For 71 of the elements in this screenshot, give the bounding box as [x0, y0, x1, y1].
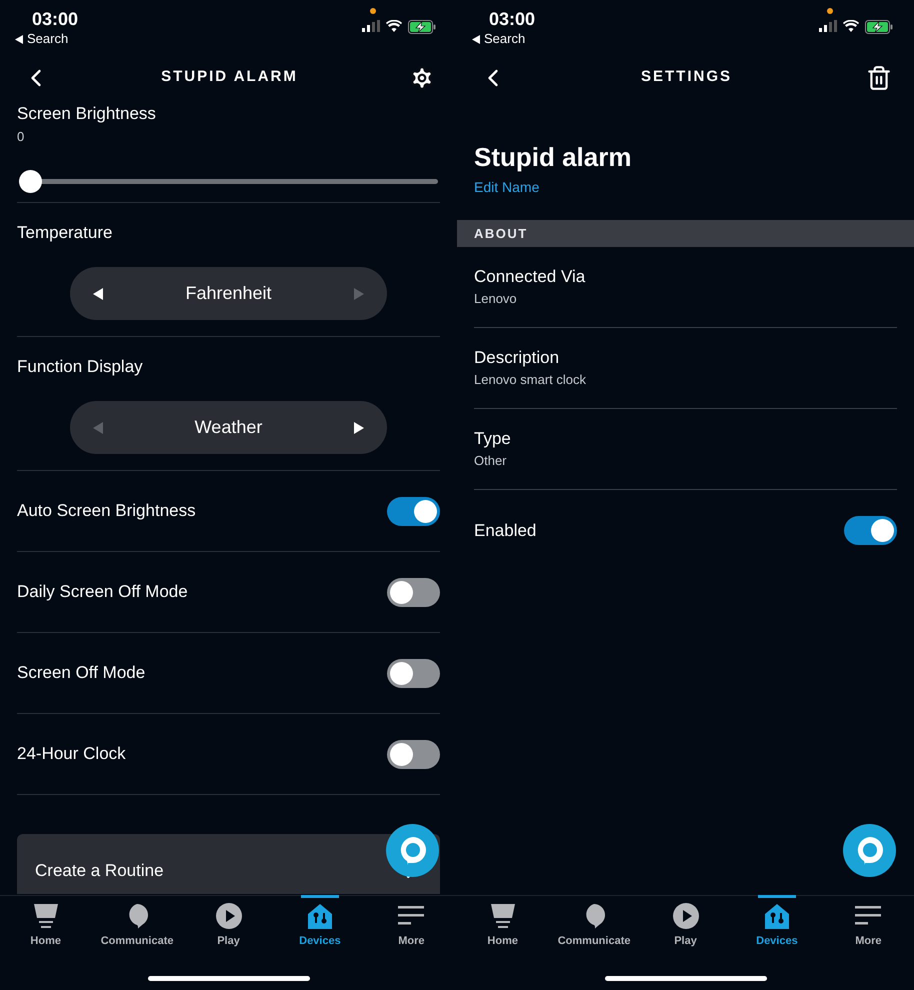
battery-charging-icon — [408, 20, 436, 34]
signal-icon — [362, 20, 380, 32]
setting-reading: 0 — [17, 128, 26, 146]
device-name: Stupid alarm — [474, 141, 632, 173]
setting-label: Screen Brightness — [17, 103, 157, 125]
routine-card[interactable]: Create a Routine — [17, 834, 440, 894]
toggle-switch[interactable] — [844, 516, 897, 545]
card-label: Create a Routine — [35, 860, 164, 882]
setting-label: Screen Off Mode — [17, 662, 146, 684]
left-triangle-icon — [93, 288, 103, 300]
info-value: Other — [474, 452, 508, 470]
toggle-switch[interactable] — [387, 740, 440, 768]
tab-bar-item[interactable]: Home — [457, 896, 548, 956]
section-header: ABOUT — [457, 220, 914, 247]
setting-label: Temperature — [17, 222, 114, 244]
info-label: Description — [474, 347, 560, 369]
page-title: SETTINGS — [640, 67, 732, 88]
play-icon — [216, 903, 242, 929]
wifi-icon — [843, 20, 859, 32]
toggle-switch[interactable] — [387, 496, 440, 526]
setting-label: 24-Hour Clock — [17, 743, 126, 766]
back-to-search-link[interactable]: Search — [15, 30, 78, 48]
settings-icon — [409, 64, 435, 90]
edit-name-link[interactable]: Edit Name — [474, 177, 540, 197]
settings-button[interactable] — [409, 64, 435, 90]
info-value: Lenovo smart clock — [474, 371, 587, 389]
devices-house-icon — [764, 903, 790, 929]
back-to-search-link[interactable]: Search — [472, 30, 536, 48]
info-label: Type — [474, 428, 512, 450]
tab-bar-item[interactable]: Devices — [274, 896, 366, 956]
speaker-icon — [490, 903, 516, 929]
alexa-ring-icon — [398, 836, 426, 866]
battery-charging-icon — [865, 20, 893, 34]
setting-label: Daily Screen Off Mode — [17, 581, 188, 604]
delete-button[interactable] — [866, 64, 892, 90]
tab-bar-item[interactable]: Play — [182, 896, 274, 956]
toggle-switch[interactable] — [387, 658, 440, 688]
stepper-value: Fahrenheit — [185, 282, 272, 305]
brightness-slider[interactable] — [19, 170, 438, 193]
menu-icon — [855, 905, 882, 927]
back-triangle-icon — [472, 34, 480, 44]
tab-bar-item[interactable]: Home — [0, 896, 92, 956]
tab-bar-item[interactable]: Devices — [731, 896, 823, 956]
slider-thumb[interactable] — [19, 170, 42, 193]
right-triangle-icon — [354, 288, 364, 300]
devices-house-icon — [306, 903, 333, 929]
status-time: 03:00 — [488, 8, 536, 30]
tab-bar-item[interactable]: More — [366, 896, 458, 956]
info-label: Connected Via — [474, 266, 586, 288]
play-icon — [672, 903, 699, 929]
wifi-icon — [386, 20, 402, 32]
tab-bar-item[interactable]: Play — [640, 896, 732, 956]
setting-label: Auto Screen Brightness — [17, 500, 196, 522]
right-triangle-icon — [354, 422, 364, 434]
speaker-icon — [32, 903, 59, 929]
tab-bar-item[interactable]: Communicate — [548, 896, 640, 956]
alexa-ring-icon — [856, 836, 884, 866]
menu-icon — [398, 905, 424, 927]
stepper-value: Weather — [194, 416, 262, 439]
trash-icon — [866, 64, 892, 90]
setting-label: Enabled — [474, 520, 536, 542]
left-triangle-icon — [93, 422, 103, 434]
info-value: Lenovo — [474, 290, 518, 308]
toggle-switch[interactable] — [387, 578, 440, 606]
status-time: 03:00 — [31, 8, 78, 30]
signal-icon — [819, 20, 837, 32]
back-triangle-icon — [15, 34, 23, 44]
setting-label: Function Display — [17, 356, 144, 378]
tab-bar-item[interactable]: More — [822, 896, 914, 956]
tab-bar-item[interactable]: Communicate — [91, 896, 183, 956]
page-title: STUPID ALARM — [161, 67, 298, 88]
